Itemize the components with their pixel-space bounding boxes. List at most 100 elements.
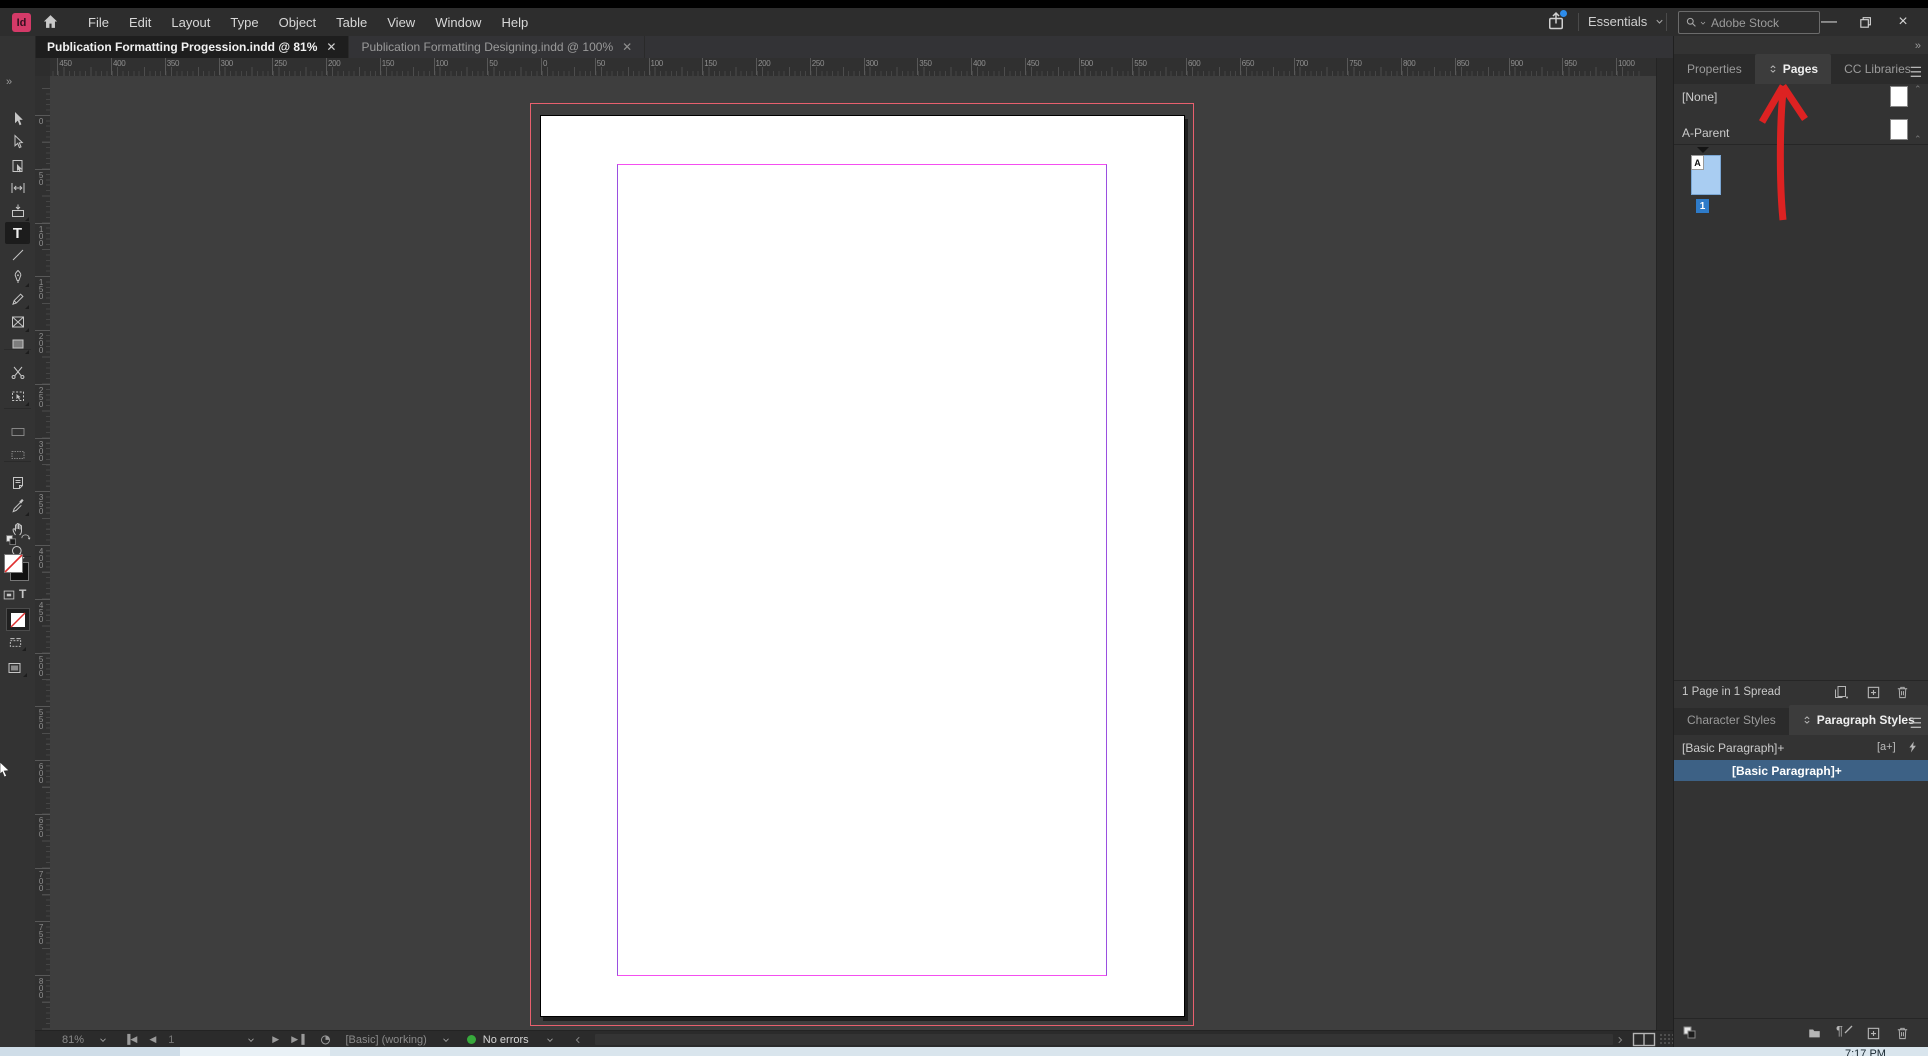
type-tool[interactable]: T <box>5 222 30 244</box>
restore-button[interactable] <box>1848 8 1882 36</box>
menu-type[interactable]: Type <box>220 10 268 35</box>
delete-page-icon[interactable] <box>1895 684 1910 700</box>
document-tab-2[interactable]: Publication Formatting Designing.indd @ … <box>349 36 646 58</box>
horizontal-scrollbar[interactable] <box>595 1034 1613 1045</box>
spread-triangle-icon[interactable] <box>1697 147 1709 153</box>
folder-icon[interactable] <box>1807 1026 1822 1040</box>
scroll-right-icon[interactable] <box>1615 1035 1625 1045</box>
double-chevron-right-icon[interactable]: » <box>1915 40 1921 52</box>
minimize-button[interactable]: — <box>1812 8 1846 36</box>
menu-view[interactable]: View <box>377 10 425 35</box>
gradient-feather-tool[interactable] <box>5 444 30 466</box>
eyedropper-tool[interactable] <box>5 495 30 517</box>
preflight-profile[interactable]: [Basic] (working) <box>346 1034 427 1046</box>
content-collector-tool[interactable] <box>5 200 30 222</box>
document-tab-1[interactable]: Publication Formatting Progession.indd @… <box>35 36 350 58</box>
previous-page-button[interactable]: ◀ <box>149 1034 156 1045</box>
tab-paragraph-styles[interactable]: Paragraph Styles <box>1788 705 1928 735</box>
style-row[interactable]: [Basic Paragraph]+ [a+] <box>1674 738 1928 758</box>
create-new-style-icon[interactable] <box>1866 1026 1881 1041</box>
master-a-parent-thumbnail[interactable] <box>1890 119 1908 140</box>
ruler-origin-box[interactable] <box>35 58 51 77</box>
tab-character-styles[interactable]: Character Styles <box>1674 705 1789 735</box>
apply-gradient-button[interactable] <box>7 636 27 652</box>
fill-stroke-mini-icon[interactable] <box>5 534 18 547</box>
document-tab-label: Publication Formatting Progession.indd @… <box>47 40 318 54</box>
selection-tool[interactable] <box>5 108 30 130</box>
double-chevron-right-icon[interactable]: » <box>6 76 12 88</box>
tab-properties[interactable]: Properties <box>1674 54 1755 84</box>
panel-menu-icon[interactable]: ☰ <box>1909 64 1922 81</box>
free-transform-tool[interactable] <box>5 385 30 407</box>
menu-edit[interactable]: Edit <box>119 10 161 35</box>
pen-tool[interactable] <box>5 266 30 288</box>
home-icon[interactable] <box>42 13 59 30</box>
chevron-down-icon[interactable] <box>246 1035 256 1045</box>
vertical-scrollbar[interactable] <box>1656 58 1674 1030</box>
delete-style-icon[interactable] <box>1895 1025 1910 1041</box>
formatting-affects-container-icon[interactable] <box>2 588 16 602</box>
document-tab-label: Publication Formatting Designing.indd @ … <box>361 40 614 54</box>
master-none-label[interactable]: [None] <box>1682 90 1717 104</box>
chevron-down-icon[interactable] <box>441 1035 451 1045</box>
tab-label: Properties <box>1687 62 1742 76</box>
menu-layout[interactable]: Layout <box>161 10 220 35</box>
menu-file[interactable]: File <box>78 10 119 35</box>
gradient-swatch-tool[interactable] <box>5 421 30 443</box>
zoom-level-value[interactable]: 81% <box>62 1034 84 1046</box>
create-new-page-icon[interactable] <box>1866 685 1881 700</box>
workspace-switcher[interactable]: Essentials <box>1588 14 1665 29</box>
errors-label[interactable]: No errors <box>483 1034 529 1046</box>
pencil-icon <box>10 291 26 307</box>
adobe-stock-search[interactable]: Adobe Stock <box>1678 11 1820 34</box>
note-tool[interactable] <box>5 472 30 494</box>
menu-window[interactable]: Window <box>425 10 491 35</box>
lightning-icon[interactable] <box>1906 740 1919 754</box>
scissors-tool[interactable] <box>5 361 30 383</box>
rotation-icon[interactable] <box>319 1033 332 1046</box>
clear-overrides-icon[interactable]: ¶ <box>1836 1023 1853 1038</box>
direct-selection-tool[interactable] <box>5 131 30 153</box>
resize-grip[interactable] <box>1659 1033 1673 1046</box>
master-none-thumbnail[interactable] <box>1890 86 1908 107</box>
fill-swatch[interactable] <box>4 554 23 573</box>
close-button[interactable]: × <box>1886 8 1920 36</box>
master-a-parent-label[interactable]: A-Parent <box>1682 126 1729 140</box>
frame-tool[interactable] <box>5 311 30 333</box>
screen-mode-button[interactable] <box>6 660 28 678</box>
menu-object[interactable]: Object <box>269 10 327 35</box>
styles-panel-menu-icon[interactable]: ☰ <box>1909 715 1922 732</box>
close-tab-icon[interactable]: ✕ <box>622 40 632 54</box>
chevron-down-icon[interactable] <box>98 1035 108 1045</box>
formatting-affects-text-icon[interactable]: T <box>19 587 26 601</box>
chevron-down-icon[interactable] <box>545 1035 555 1045</box>
menu-table[interactable]: Table <box>326 10 377 35</box>
swap-fill-stroke-icon[interactable] <box>19 532 32 545</box>
edit-page-size-icon[interactable] <box>1832 684 1849 700</box>
close-tab-icon[interactable]: ✕ <box>326 40 336 54</box>
scroll-up-icon[interactable]: ⌃ <box>1914 84 1922 95</box>
spread-view-icon[interactable] <box>1632 1032 1656 1047</box>
page-number-field[interactable]: 1 <box>168 1034 246 1046</box>
character-style-new-icon[interactable]: [a+] <box>1877 741 1896 753</box>
first-page-button[interactable]: ▐◀ <box>124 1034 137 1045</box>
style-group-icon[interactable] <box>1682 1025 1698 1041</box>
pencil-tool[interactable] <box>5 288 30 310</box>
last-page-button[interactable]: ▶▐ <box>291 1034 304 1045</box>
next-page-button[interactable]: ▶ <box>272 1034 279 1045</box>
margin-guides <box>617 164 1107 976</box>
menu-help[interactable]: Help <box>491 10 538 35</box>
apply-none-button[interactable] <box>6 608 30 631</box>
scroll-left-icon[interactable] <box>573 1035 583 1045</box>
line-tool[interactable] <box>5 244 30 266</box>
ruler-tick <box>57 58 59 75</box>
tab-pages[interactable]: Pages <box>1754 54 1832 84</box>
page-1-thumbnail[interactable]: A <box>1691 155 1721 195</box>
rectangle-tool[interactable] <box>5 333 30 355</box>
tools-panel: » T T <box>0 36 36 1047</box>
page-number-badge[interactable]: 1 <box>1696 199 1709 213</box>
page-tool[interactable] <box>5 155 30 177</box>
menu-items: File Edit Layout Type Object Table View Window H… <box>78 8 538 36</box>
gap-tool[interactable] <box>5 177 30 199</box>
style-row-selected[interactable]: [Basic Paragraph]+ <box>1674 760 1928 781</box>
